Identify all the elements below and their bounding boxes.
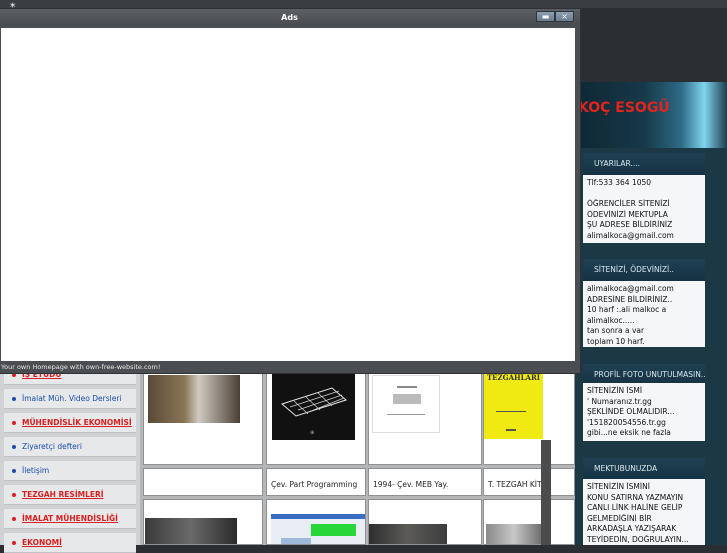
nav-item-imalat-muhendisligi[interactable]: İMALAT MÜHENDİSLİĞİ [4,509,136,529]
sidebar-line: alimalkoca@gmail.com [587,284,674,293]
nav-item-tezgah-resimleri[interactable]: TEZGAH RESİMLERİ [4,485,136,505]
nav-item-ziyaretci-defteri[interactable]: Ziyaretçi defteri [4,437,136,457]
grid-image-cell[interactable] [143,370,263,465]
sidebar-section-title: MEKTUBUNUZDA [583,458,705,480]
sidebar-line: GELMEDİĞİNİ BİR [587,513,652,523]
sidebar-line: gibi...ne eksik ne fazla [587,428,671,437]
ads-window-title[interactable]: Ads [0,9,580,26]
photo-thumbnail[interactable] [145,518,237,544]
sidebar-line: ' Numaranız.tr.gg [587,396,652,406]
sidebar-section-title: SİTENİZİ, ÖDEVİNİZİ.. [583,259,705,281]
caption-text: 1994- Çev. MEB Yay. [373,480,449,489]
sidebar-line: SİTENİZİN İSMİ [587,386,643,395]
sidebar-line: Tlf:533 364 1050 [587,178,652,187]
sidebar-line: ÖDEVİNİZİ MEKTUPLA [587,209,668,219]
bullet-icon [12,445,16,449]
sidebar-line [587,189,701,200]
ads-popup-window[interactable]: Ads ▬ × Your own Homepage with own-free-… [0,8,581,374]
sidebar-section-body: SİTENİZİN İSMİ ' Numaranız.tr.gg ŞEKLİND… [583,383,705,441]
sidebar-line: ADRESİNE BİLDİRİNİZ.. [587,294,673,304]
grid-caption-cell [143,468,263,496]
left-navigation: İŞ ETÜDÜ İmalat Müh. Video Dersleri MÜHE… [0,365,140,553]
sidebar-line: '151820054556.tr.gg [587,417,666,427]
nav-item-video-dersleri[interactable]: İmalat Müh. Video Dersleri [4,389,136,409]
sidebar-line: SİTENİZİN İSMİNİ [587,482,650,491]
bullet-icon [12,421,16,425]
close-button[interactable]: × [555,11,574,22]
desktop-top-bar [0,0,727,8]
sidebar-line: tan sonra a var [587,326,645,335]
bullet-icon [12,469,16,473]
grid-caption-cell: Çev. Part Programming [266,468,366,496]
photo-thumbnail[interactable] [486,524,542,544]
sidebar-line: toplam 10 harf. [587,336,645,346]
sidebar-line: ÖĞRENCİLER SİTENİZİ [587,199,670,208]
sidebar-section-body: SİTENİZİN İSMİNİ KONU SATIRNA YAZMAYIN C… [583,479,705,545]
grid-image-cell[interactable] [266,499,366,545]
mesh-drawing-icon: ⊕ [280,387,348,436]
sidebar-section-title: UYARILAR.... [583,153,705,175]
photo-thumbnail[interactable] [369,524,447,544]
minimize-button[interactable]: ▬ [536,11,555,22]
sidebar-line: CANLI LİNK HALİNE GELİP [587,503,683,512]
sidebar-line: 10 harf :.ali malkoc a [587,305,667,314]
grid-image-cell[interactable] [483,499,575,545]
sidebar-line: alimalkoca@gmail.com [587,230,674,240]
nav-item-ekonomi[interactable]: EKONOMİ [4,533,136,553]
bullet-icon [12,517,16,521]
sidebar-line: ŞU ADRESE BİLDİRİNİZ [587,220,673,229]
sidebar-line: ARKADAŞLA YAZIŞARAK [587,524,677,533]
bullet-icon [12,493,16,497]
nav-item-muhendislik-ekonomisi[interactable]: MÜHENDİSLİK EKONOMİSİ [4,413,136,433]
grid-image-cell[interactable]: ⊕ [266,370,366,465]
sidebar-line: alimalkoc..... [587,315,635,325]
svg-text:⊕: ⊕ [310,430,314,436]
grid-image-cell[interactable] [368,370,482,465]
photo-thumbnail[interactable]: ⊕ [272,374,355,440]
ads-content-area[interactable] [1,28,575,361]
nav-item-iletisim[interactable]: İletişim [4,461,136,481]
photo-thumbnail[interactable] [148,375,240,423]
document-thumbnail[interactable] [372,375,440,433]
sidebar-section-body: Tlf:533 364 1050 ÖĞRENCİLER SİTENİZİ ÖDE… [583,175,705,243]
caption-text: T. TEZGAH KİTA [488,480,547,489]
sidebar-line: KONU SATIRNA YAZMAYIN [587,492,684,502]
screenshot-thumbnail[interactable] [271,514,365,544]
ads-footer-link[interactable]: Your own Homepage with own-free-website.… [0,362,582,373]
grid-image-cell[interactable]: TEZGAHLARI [483,370,575,465]
book-cover-thumbnail[interactable]: TEZGAHLARI [484,371,543,439]
site-logo-text: KOÇ ESOGÜ [578,100,670,116]
bullet-icon [12,541,16,545]
grid-caption-cell: 1994- Çev. MEB Yay. [368,468,482,496]
grid-image-cell[interactable] [143,499,263,545]
bullet-icon [12,397,16,401]
grid-image-cell[interactable] [368,499,482,545]
caption-text: Çev. Part Programming [271,480,358,489]
grid-caption-cell: T. TEZGAH KİTA [483,468,575,496]
sidebar-line: TEYİDEDİN, DOĞRULAYIN... [587,534,689,544]
sidebar-line: ŞEKLİNDE OLMALIDIR... [587,407,675,416]
divider-bar [541,440,551,545]
sidebar-section-body: alimalkoca@gmail.com ADRESİNE BİLDİRİNİZ… [583,281,705,347]
